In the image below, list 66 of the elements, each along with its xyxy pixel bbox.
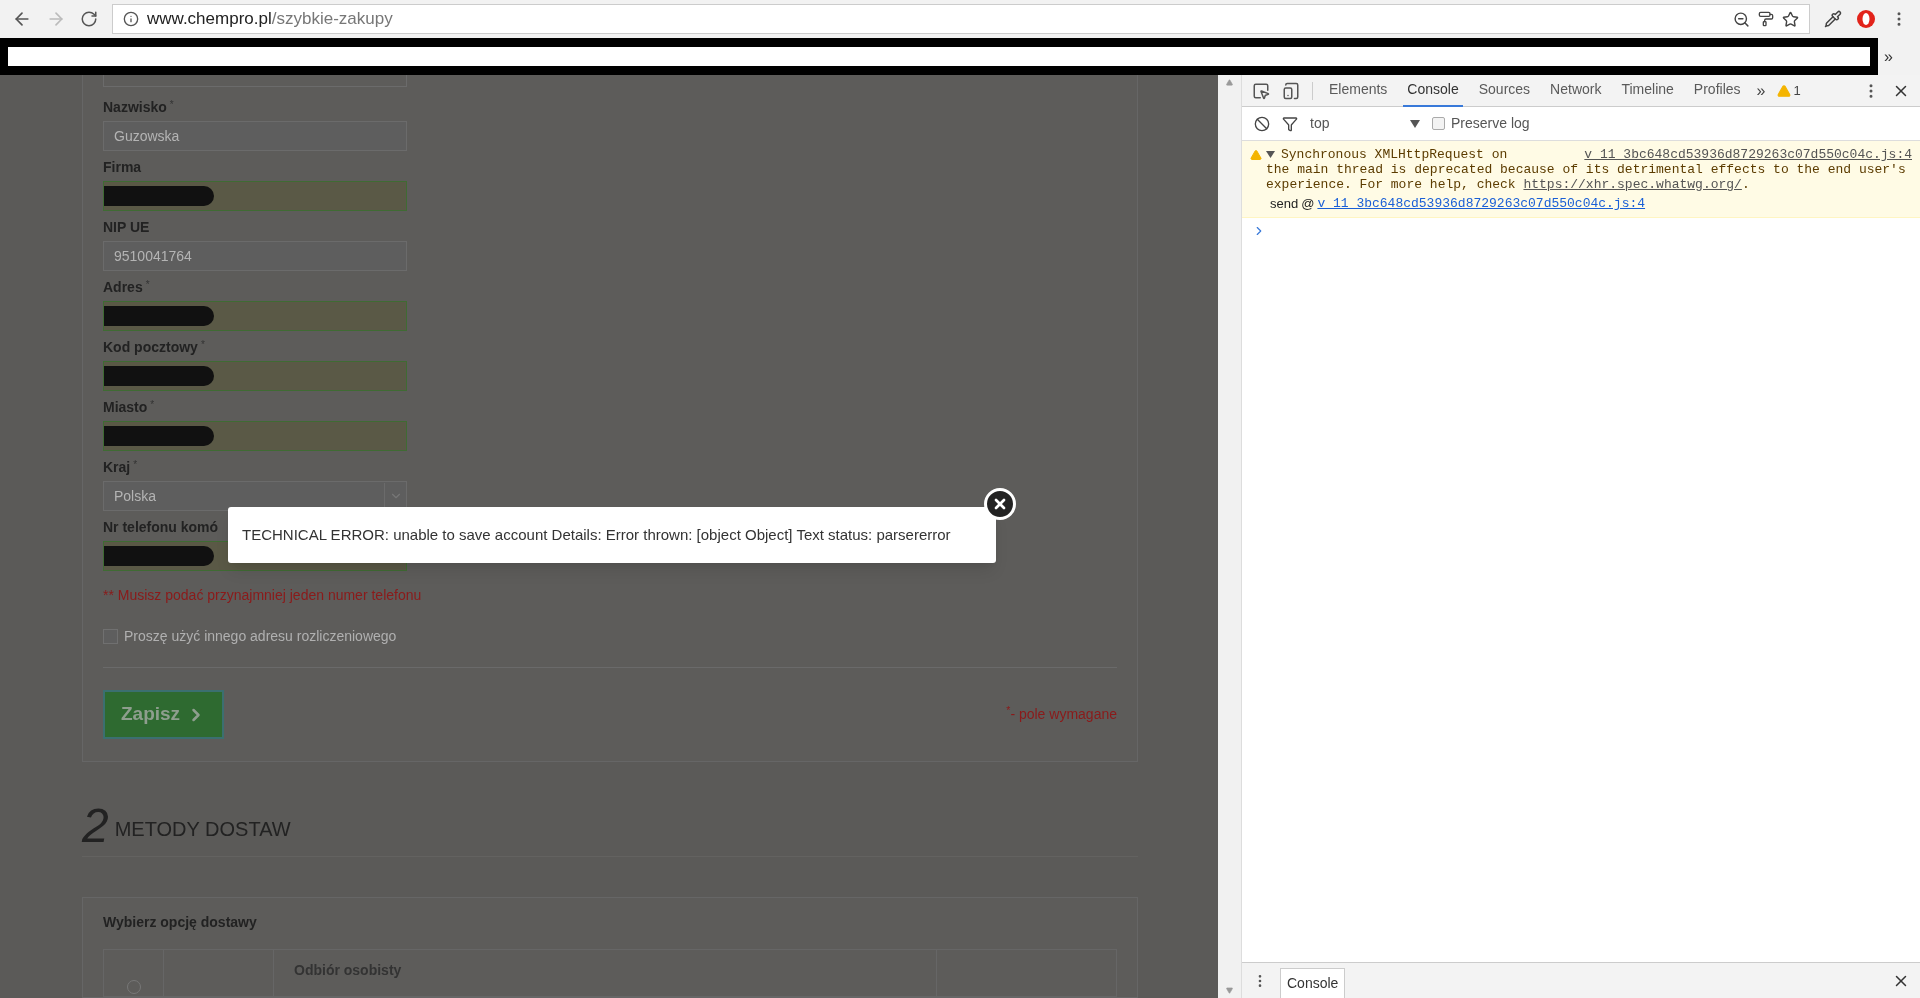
input-field[interactable] xyxy=(103,421,407,451)
dropdown-caret-icon xyxy=(1410,119,1420,128)
section-number: 2 xyxy=(82,802,109,850)
input-field[interactable] xyxy=(103,361,407,391)
required-mark: * xyxy=(200,338,205,352)
stack-at: @ xyxy=(1301,196,1315,211)
inspect-icon[interactable] xyxy=(1252,81,1270,100)
reload-icon[interactable] xyxy=(80,10,98,28)
warning-text: Synchronous XMLHttpRequest on xyxy=(1281,147,1509,162)
field-label: Nazwisko xyxy=(103,98,167,117)
required-mark: * xyxy=(150,398,155,412)
required-mark: * xyxy=(169,98,174,112)
warning-count[interactable]: 1 xyxy=(1793,80,1801,101)
field-label: Kraj xyxy=(103,458,131,477)
clear-icon[interactable] xyxy=(1254,115,1270,132)
url-text: www.chempro.pl/szybkie-zakupy xyxy=(147,8,394,31)
scrollbar[interactable] xyxy=(1218,75,1242,998)
devtools-tab[interactable]: Profiles xyxy=(1689,74,1745,107)
field-label: Nr telefonu komó xyxy=(103,518,219,537)
field-label: Firma xyxy=(103,158,142,177)
checkbox-label: Preserve log xyxy=(1451,114,1530,133)
help-link[interactable]: https://xhr.spec.whatwg.org/ xyxy=(1523,177,1742,192)
section-title: METODY DOSTAW xyxy=(114,817,291,842)
required-mark: * xyxy=(145,278,150,292)
field-label: Miasto xyxy=(103,398,148,417)
phone-note: ** Musisz podać przynajmniej jeden numer telefonu xyxy=(103,586,423,605)
close-icon xyxy=(992,496,1008,512)
devtools-tab[interactable]: Network xyxy=(1546,74,1606,107)
input-field[interactable] xyxy=(103,75,407,87)
bookmarks-overflow[interactable]: » xyxy=(1884,44,1893,69)
input-field[interactable] xyxy=(103,301,407,331)
checkbox[interactable] xyxy=(1432,117,1445,130)
stack-function: send xyxy=(1270,196,1299,211)
context-select[interactable]: top xyxy=(1310,113,1420,134)
required-mark: * xyxy=(133,458,138,472)
zoom-icon[interactable] xyxy=(1733,10,1750,28)
extension-icon[interactable] xyxy=(1856,9,1876,29)
required-note: $^{*}$- pole wymagane xyxy=(1006,704,1117,724)
scroll-down-icon[interactable] xyxy=(1226,987,1233,994)
device-icon[interactable] xyxy=(1282,81,1300,100)
warning-icon xyxy=(1250,149,1262,161)
field-label: Adres xyxy=(103,278,143,297)
warning-icon xyxy=(1777,83,1792,98)
devtools-tab[interactable]: Console xyxy=(1403,74,1463,107)
error-message: TECHNICAL ERROR: unable to save account Details: Error thrown: [object Object] Text status: parsererror xyxy=(242,524,951,545)
stack-link[interactable]: v_11_3bc648cd53936d8729263c07d550c04c.js:4 xyxy=(1317,196,1646,211)
field-label: Kod pocztowy xyxy=(103,338,198,357)
scroll-up-icon[interactable] xyxy=(1226,79,1233,86)
address-bar[interactable]: www.chempro.pl/szybkie-zakupy xyxy=(112,4,1810,34)
field-label: NIP UE xyxy=(103,218,150,237)
star-icon[interactable] xyxy=(1782,10,1799,28)
drawer-tab[interactable]: Console xyxy=(1280,968,1346,998)
devtools-tab[interactable]: Sources xyxy=(1474,74,1535,107)
delivery-title: Wybierz opcję dostawy xyxy=(103,913,258,932)
info-icon xyxy=(123,11,139,27)
checkbox-label: Proszę użyć innego adresu rozliczeniowego xyxy=(124,627,397,646)
pipette-icon[interactable] xyxy=(1824,10,1842,28)
more-tabs[interactable]: » xyxy=(1756,78,1766,103)
filter-icon[interactable] xyxy=(1282,115,1298,132)
devtools-tab[interactable]: Timeline xyxy=(1617,74,1678,107)
roller-icon[interactable] xyxy=(1758,11,1774,27)
input-field[interactable] xyxy=(103,181,407,211)
expand-triangle-icon[interactable] xyxy=(1266,150,1275,159)
devtools-tab[interactable]: Elements xyxy=(1325,74,1392,107)
warning-text: the main thread is deprecated because of its detrimental effects to the end user's experience. For more help, check https://xhr.spec.whatwg.org/. xyxy=(1266,162,1907,192)
source-link[interactable]: v_11_3bc648cd53936d8729263c07d550c04c.js:4 xyxy=(1584,147,1912,162)
